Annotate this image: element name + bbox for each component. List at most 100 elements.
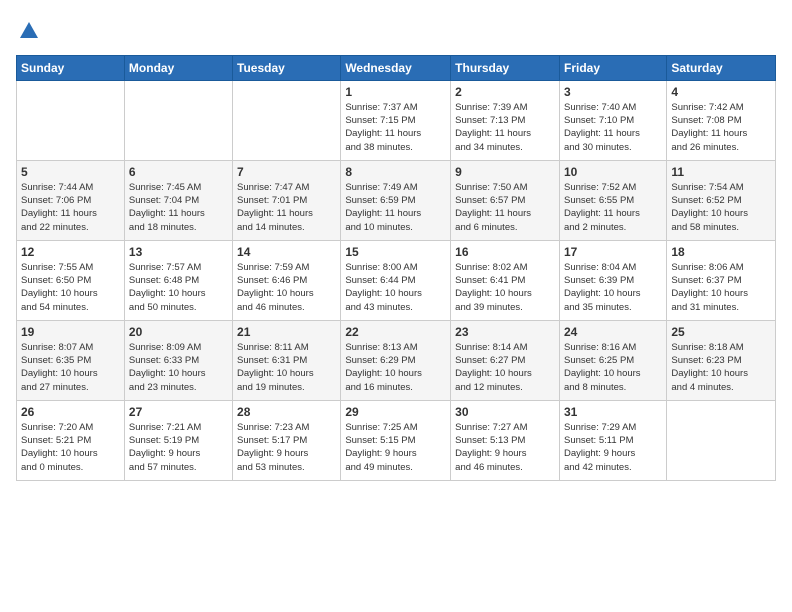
day-number: 5 — [21, 165, 120, 179]
day-info: Sunrise: 7:42 AM Sunset: 7:08 PM Dayligh… — [671, 101, 771, 154]
day-number: 9 — [455, 165, 555, 179]
calendar-week-row: 19Sunrise: 8:07 AM Sunset: 6:35 PM Dayli… — [17, 320, 776, 400]
calendar-cell: 1 Sunrise: 7:37 AM Sunset: 7:15 PM Daylig… — [341, 80, 451, 160]
day-number: 31 — [564, 405, 662, 419]
day-number: 17 — [564, 245, 662, 259]
day-number: 30 — [455, 405, 555, 419]
calendar-cell: 16 Sunrise: 8:02 AM Sunset: 6:41 PM Dayli… — [451, 240, 560, 320]
day-number: 20 — [129, 325, 228, 339]
day-number: 14 — [237, 245, 336, 259]
day-number: 26 — [21, 405, 120, 419]
calendar-header — [16, 16, 776, 47]
calendar-cell: 4Sunrise: 7:42 AM Sunset: 7:08 PM Daylig… — [667, 80, 776, 160]
day-of-week-monday: Monday — [124, 55, 232, 80]
day-number: 27 — [129, 405, 228, 419]
day-number: 25 — [671, 325, 771, 339]
day-number: 8 — [345, 165, 446, 179]
calendar-cell: 30 Sunrise: 7:27 AM Sunset: 5:13 PM Dayli… — [451, 400, 560, 480]
day-info: Sunrise: 8:00 AM Sunset: 6:44 PM Dayligh… — [345, 261, 446, 314]
calendar-cell — [17, 80, 125, 160]
day-number: 1 — [345, 85, 446, 99]
calendar-cell: 22 Sunrise: 8:13 AM Sunset: 6:29 PM Dayli… — [341, 320, 451, 400]
day-of-week-saturday: Saturday — [667, 55, 776, 80]
day-number: 28 — [237, 405, 336, 419]
calendar-cell: 19Sunrise: 8:07 AM Sunset: 6:35 PM Dayli… — [17, 320, 125, 400]
calendar-container: SundayMondayTuesdayWednesdayThursdayFrid… — [0, 0, 792, 489]
day-info: Sunrise: 7:44 AM Sunset: 7:06 PM Dayligh… — [21, 181, 120, 234]
day-info: Sunrise: 7:27 AM Sunset: 5:13 PM Dayligh… — [455, 421, 555, 474]
day-number: 18 — [671, 245, 771, 259]
day-info: Sunrise: 8:16 AM Sunset: 6:25 PM Dayligh… — [564, 341, 662, 394]
day-number: 24 — [564, 325, 662, 339]
calendar-table: SundayMondayTuesdayWednesdayThursdayFrid… — [16, 55, 776, 481]
calendar-week-row: 12Sunrise: 7:55 AM Sunset: 6:50 PM Dayli… — [17, 240, 776, 320]
calendar-cell: 2Sunrise: 7:39 AM Sunset: 7:13 PM Daylig… — [451, 80, 560, 160]
day-info: Sunrise: 7:52 AM Sunset: 6:55 PM Dayligh… — [564, 181, 662, 234]
calendar-cell: 18 Sunrise: 8:06 AM Sunset: 6:37 PM Dayli… — [667, 240, 776, 320]
calendar-cell: 3 Sunrise: 7:40 AM Sunset: 7:10 PM Daylig… — [559, 80, 666, 160]
calendar-cell: 31 Sunrise: 7:29 AM Sunset: 5:11 PM Dayli… — [559, 400, 666, 480]
day-number: 23 — [455, 325, 555, 339]
calendar-cell — [667, 400, 776, 480]
day-info: Sunrise: 7:55 AM Sunset: 6:50 PM Dayligh… — [21, 261, 120, 314]
day-info: Sunrise: 7:23 AM Sunset: 5:17 PM Dayligh… — [237, 421, 336, 474]
day-info: Sunrise: 8:07 AM Sunset: 6:35 PM Dayligh… — [21, 341, 120, 394]
calendar-cell: 27 Sunrise: 7:21 AM Sunset: 5:19 PM Dayli… — [124, 400, 232, 480]
day-info: Sunrise: 8:09 AM Sunset: 6:33 PM Dayligh… — [129, 341, 228, 394]
day-info: Sunrise: 8:04 AM Sunset: 6:39 PM Dayligh… — [564, 261, 662, 314]
day-number: 29 — [345, 405, 446, 419]
day-info: Sunrise: 8:13 AM Sunset: 6:29 PM Dayligh… — [345, 341, 446, 394]
calendar-cell: 28 Sunrise: 7:23 AM Sunset: 5:17 PM Dayli… — [233, 400, 341, 480]
day-info: Sunrise: 7:21 AM Sunset: 5:19 PM Dayligh… — [129, 421, 228, 474]
day-info: Sunrise: 7:50 AM Sunset: 6:57 PM Dayligh… — [455, 181, 555, 234]
calendar-cell: 7Sunrise: 7:47 AM Sunset: 7:01 PM Daylig… — [233, 160, 341, 240]
day-info: Sunrise: 7:29 AM Sunset: 5:11 PM Dayligh… — [564, 421, 662, 474]
calendar-cell: 9 Sunrise: 7:50 AM Sunset: 6:57 PM Daylig… — [451, 160, 560, 240]
calendar-cell: 10Sunrise: 7:52 AM Sunset: 6:55 PM Dayli… — [559, 160, 666, 240]
day-info: Sunrise: 7:45 AM Sunset: 7:04 PM Dayligh… — [129, 181, 228, 234]
day-info: Sunrise: 8:18 AM Sunset: 6:23 PM Dayligh… — [671, 341, 771, 394]
calendar-cell: 17 Sunrise: 8:04 AM Sunset: 6:39 PM Dayli… — [559, 240, 666, 320]
day-number: 7 — [237, 165, 336, 179]
day-info: Sunrise: 7:57 AM Sunset: 6:48 PM Dayligh… — [129, 261, 228, 314]
calendar-week-row: 26 Sunrise: 7:20 AM Sunset: 5:21 PM Dayli… — [17, 400, 776, 480]
day-number: 22 — [345, 325, 446, 339]
day-number: 16 — [455, 245, 555, 259]
calendar-cell: 15Sunrise: 8:00 AM Sunset: 6:44 PM Dayli… — [341, 240, 451, 320]
day-number: 21 — [237, 325, 336, 339]
calendar-cell: 6Sunrise: 7:45 AM Sunset: 7:04 PM Daylig… — [124, 160, 232, 240]
calendar-cell: 13Sunrise: 7:57 AM Sunset: 6:48 PM Dayli… — [124, 240, 232, 320]
day-number: 11 — [671, 165, 771, 179]
day-number: 3 — [564, 85, 662, 99]
day-info: Sunrise: 8:06 AM Sunset: 6:37 PM Dayligh… — [671, 261, 771, 314]
day-info: Sunrise: 7:37 AM Sunset: 7:15 PM Dayligh… — [345, 101, 446, 154]
calendar-cell: 8 Sunrise: 7:49 AM Sunset: 6:59 PM Daylig… — [341, 160, 451, 240]
calendar-week-row: 5 Sunrise: 7:44 AM Sunset: 7:06 PM Daylig… — [17, 160, 776, 240]
calendar-cell: 12Sunrise: 7:55 AM Sunset: 6:50 PM Dayli… — [17, 240, 125, 320]
day-info: Sunrise: 7:40 AM Sunset: 7:10 PM Dayligh… — [564, 101, 662, 154]
calendar-cell — [124, 80, 232, 160]
calendar-cell — [233, 80, 341, 160]
calendar-cell: 20 Sunrise: 8:09 AM Sunset: 6:33 PM Dayli… — [124, 320, 232, 400]
logo-icon — [18, 20, 40, 42]
calendar-cell: 25 Sunrise: 8:18 AM Sunset: 6:23 PM Dayli… — [667, 320, 776, 400]
calendar-cell: 11 Sunrise: 7:54 AM Sunset: 6:52 PM Dayli… — [667, 160, 776, 240]
day-info: Sunrise: 7:39 AM Sunset: 7:13 PM Dayligh… — [455, 101, 555, 154]
calendar-cell: 23 Sunrise: 8:14 AM Sunset: 6:27 PM Dayli… — [451, 320, 560, 400]
calendar-cell: 29 Sunrise: 7:25 AM Sunset: 5:15 PM Dayli… — [341, 400, 451, 480]
day-info: Sunrise: 7:20 AM Sunset: 5:21 PM Dayligh… — [21, 421, 120, 474]
day-info: Sunrise: 8:14 AM Sunset: 6:27 PM Dayligh… — [455, 341, 555, 394]
day-info: Sunrise: 7:59 AM Sunset: 6:46 PM Dayligh… — [237, 261, 336, 314]
day-of-week-sunday: Sunday — [17, 55, 125, 80]
day-info: Sunrise: 7:25 AM Sunset: 5:15 PM Dayligh… — [345, 421, 446, 474]
calendar-body: 1 Sunrise: 7:37 AM Sunset: 7:15 PM Daylig… — [17, 80, 776, 480]
day-info: Sunrise: 7:49 AM Sunset: 6:59 PM Dayligh… — [345, 181, 446, 234]
day-info: Sunrise: 8:02 AM Sunset: 6:41 PM Dayligh… — [455, 261, 555, 314]
day-info: Sunrise: 7:54 AM Sunset: 6:52 PM Dayligh… — [671, 181, 771, 234]
day-of-week-thursday: Thursday — [451, 55, 560, 80]
calendar-cell: 14 Sunrise: 7:59 AM Sunset: 6:46 PM Dayli… — [233, 240, 341, 320]
calendar-cell: 26 Sunrise: 7:20 AM Sunset: 5:21 PM Dayli… — [17, 400, 125, 480]
calendar-cell: 24 Sunrise: 8:16 AM Sunset: 6:25 PM Dayli… — [559, 320, 666, 400]
days-header-row: SundayMondayTuesdayWednesdayThursdayFrid… — [17, 55, 776, 80]
day-of-week-friday: Friday — [559, 55, 666, 80]
